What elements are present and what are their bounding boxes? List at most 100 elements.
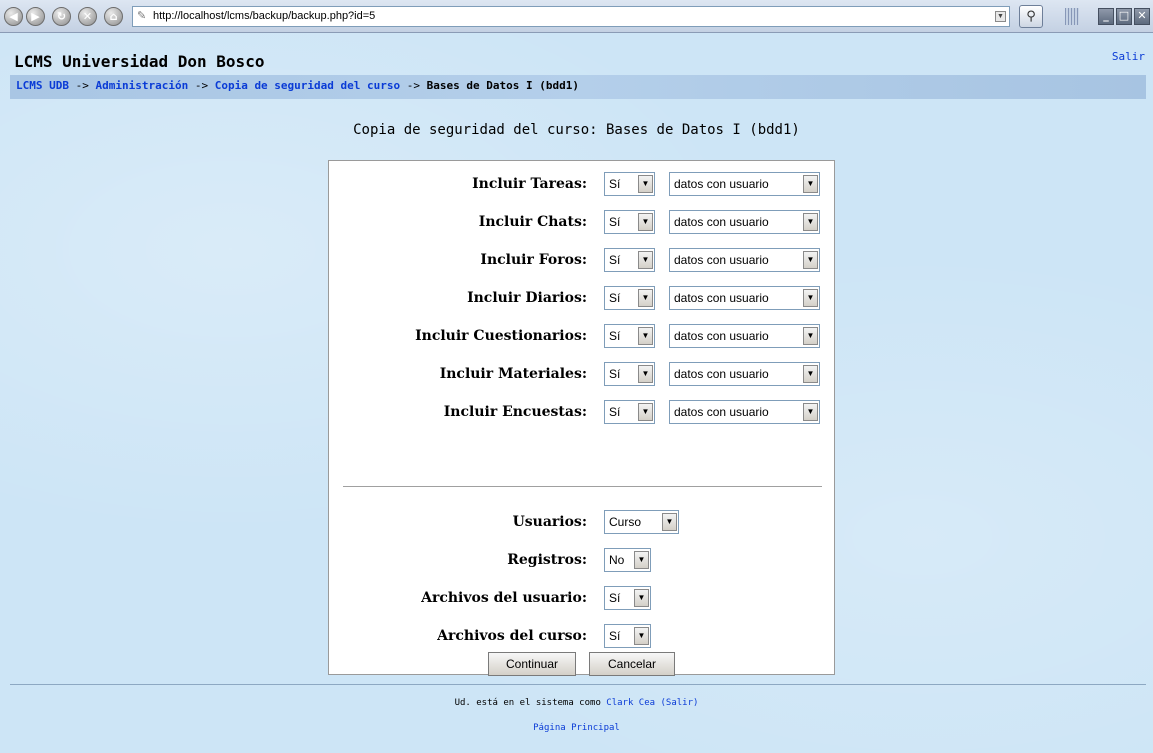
include-select[interactable]: Sí ▼ <box>604 286 655 310</box>
module-row-encuestas: Incluir Encuestas: Sí ▼ datos con usuari… <box>329 400 836 426</box>
user-files-select[interactable]: Sí ▼ <box>604 586 651 610</box>
data-value: datos con usuario <box>674 253 769 267</box>
option-label: Usuarios: <box>512 514 587 530</box>
chevron-down-icon: ▼ <box>803 403 818 421</box>
module-label: Incluir Diarios: <box>467 290 587 306</box>
cancel-button[interactable]: Cancelar <box>589 652 675 676</box>
breadcrumb-item-admin[interactable]: Administración <box>95 79 188 92</box>
logs-select[interactable]: No ▼ <box>604 548 651 572</box>
minimize-icon[interactable]: _ <box>1098 8 1114 25</box>
chevron-down-icon: ▼ <box>803 213 818 231</box>
include-value: Sí <box>609 291 621 305</box>
close-icon[interactable]: ✕ <box>1134 8 1150 25</box>
breadcrumb-item-backup[interactable]: Copia de seguridad del curso <box>215 79 400 92</box>
module-label: Incluir Foros: <box>480 252 587 268</box>
backup-form: Incluir Tareas: Sí ▼ datos con usuario ▼… <box>328 160 836 676</box>
home-page-link[interactable]: Página Principal <box>533 723 620 733</box>
chevron-down-icon: ▼ <box>638 327 653 345</box>
breadcrumb-separator: -> <box>406 79 421 92</box>
site-title: LCMS Universidad Don Bosco <box>14 52 265 71</box>
data-select[interactable]: datos con usuario ▼ <box>669 210 820 234</box>
module-row-cuestionarios: Incluir Cuestionarios: Sí ▼ datos con us… <box>329 324 836 350</box>
option-label: Archivos del curso: <box>437 628 587 644</box>
search-icon[interactable]: ⚲ <box>1019 5 1043 28</box>
chevron-down-icon: ▼ <box>803 365 818 383</box>
address-bar[interactable]: ✎ http://localhost/lcms/backup/backup.ph… <box>132 6 1010 27</box>
breadcrumb: LCMS UDB -> Administración -> Copia de s… <box>10 75 1146 99</box>
chevron-down-icon: ▼ <box>803 289 818 307</box>
module-label: Incluir Encuestas: <box>443 404 587 420</box>
data-value: datos con usuario <box>674 177 769 191</box>
include-value: Sí <box>609 329 621 343</box>
data-select[interactable]: datos con usuario ▼ <box>669 400 820 424</box>
data-value: datos con usuario <box>674 291 769 305</box>
data-select[interactable]: datos con usuario ▼ <box>669 286 820 310</box>
option-value: No <box>609 553 625 567</box>
chevron-down-icon: ▼ <box>638 251 653 269</box>
include-value: Sí <box>609 215 621 229</box>
include-select[interactable]: Sí ▼ <box>604 324 655 348</box>
login-info-text: Ud. está en el sistema como <box>454 698 601 708</box>
include-select[interactable]: Sí ▼ <box>604 362 655 386</box>
footer-divider <box>10 684 1146 685</box>
data-select[interactable]: datos con usuario ▼ <box>669 362 820 386</box>
include-select[interactable]: Sí ▼ <box>604 248 655 272</box>
users-select[interactable]: Curso ▼ <box>604 510 679 534</box>
breadcrumb-separator: -> <box>75 79 89 92</box>
breadcrumb-separator: -> <box>194 79 209 92</box>
continue-button[interactable]: Continuar <box>488 652 576 676</box>
option-label: Archivos del usuario: <box>421 590 587 606</box>
module-label: Incluir Chats: <box>478 214 587 230</box>
option-row-registros: Registros: No ▼ <box>329 548 836 574</box>
chevron-down-icon: ▼ <box>638 365 653 383</box>
home-icon[interactable]: ⌂ <box>104 7 123 26</box>
chevron-down-icon: ▼ <box>634 627 649 645</box>
chevron-down-icon: ▼ <box>803 327 818 345</box>
chevron-down-icon: ▼ <box>803 251 818 269</box>
data-select[interactable]: datos con usuario ▼ <box>669 172 820 196</box>
chevron-down-icon: ▼ <box>638 213 653 231</box>
option-value: Sí <box>609 591 621 605</box>
toolbar-grip-icon <box>1065 8 1079 25</box>
footer-home: Página Principal <box>0 723 1153 733</box>
module-label: Incluir Tareas: <box>472 176 587 192</box>
option-value: Curso <box>609 515 642 529</box>
chevron-down-icon: ▼ <box>803 175 818 193</box>
form-divider <box>343 486 822 487</box>
page-content: LCMS Universidad Don Bosco Salir LCMS UD… <box>0 33 1153 753</box>
option-row-usuarios: Usuarios: Curso ▼ <box>329 510 836 536</box>
include-select[interactable]: Sí ▼ <box>604 172 655 196</box>
breadcrumb-item-home[interactable]: LCMS UDB <box>16 79 69 92</box>
data-select[interactable]: datos con usuario ▼ <box>669 324 820 348</box>
module-label: Incluir Materiales: <box>439 366 587 382</box>
option-row-course-files: Archivos del curso: Sí ▼ <box>329 624 836 650</box>
page-icon: ✎ <box>137 10 147 22</box>
breadcrumb-current: Bases de Datos I (bdd1) <box>426 79 579 92</box>
forward-icon[interactable]: ▶ <box>26 7 45 26</box>
url-dropdown-icon[interactable]: ▼ <box>995 11 1006 22</box>
include-select[interactable]: Sí ▼ <box>604 400 655 424</box>
course-files-select[interactable]: Sí ▼ <box>604 624 651 648</box>
footer-logout-link[interactable]: (Salir) <box>661 698 699 708</box>
include-value: Sí <box>609 177 621 191</box>
back-icon[interactable]: ◀ <box>4 7 23 26</box>
stop-icon[interactable]: ✕ <box>78 7 97 26</box>
reload-icon[interactable]: ↻ <box>52 7 71 26</box>
include-select[interactable]: Sí ▼ <box>604 210 655 234</box>
module-row-tareas: Incluir Tareas: Sí ▼ datos con usuario ▼ <box>329 172 836 198</box>
maximize-icon[interactable]: □ <box>1116 8 1132 25</box>
data-value: datos con usuario <box>674 367 769 381</box>
logout-link[interactable]: Salir <box>1112 50 1145 63</box>
page-title: Copia de seguridad del curso: Bases de D… <box>353 122 800 138</box>
chevron-down-icon: ▼ <box>638 403 653 421</box>
data-select[interactable]: datos con usuario ▼ <box>669 248 820 272</box>
option-label: Registros: <box>507 552 587 568</box>
user-name-link[interactable]: Clark Cea <box>606 698 655 708</box>
module-row-diarios: Incluir Diarios: Sí ▼ datos con usuario … <box>329 286 836 312</box>
chevron-down-icon: ▼ <box>638 289 653 307</box>
module-row-chats: Incluir Chats: Sí ▼ datos con usuario ▼ <box>329 210 836 236</box>
url-text: http://localhost/lcms/backup/backup.php?… <box>153 10 376 22</box>
chevron-down-icon: ▼ <box>634 551 649 569</box>
chevron-down-icon: ▼ <box>662 513 677 531</box>
data-value: datos con usuario <box>674 215 769 229</box>
